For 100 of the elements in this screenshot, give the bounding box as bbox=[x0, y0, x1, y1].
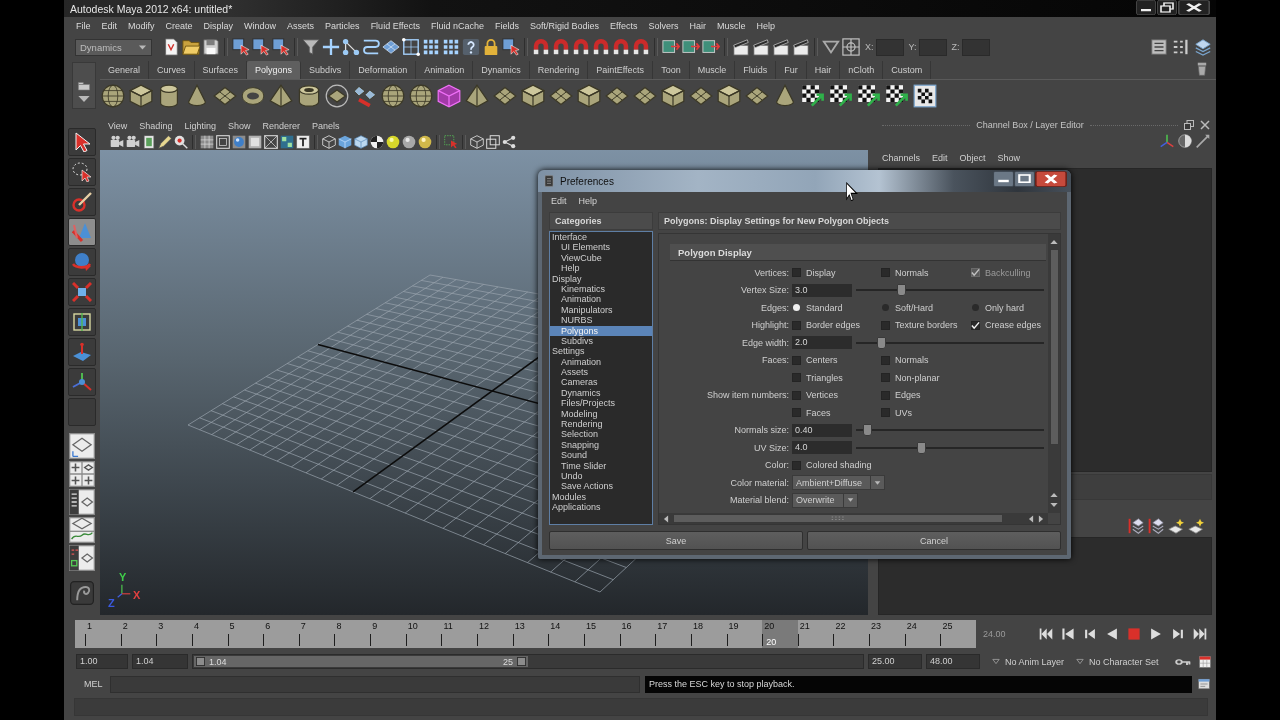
branch-nodes-icon[interactable] bbox=[502, 135, 516, 149]
square-cursor-icon[interactable] bbox=[232, 38, 250, 56]
crossed-box-icon[interactable] bbox=[264, 135, 278, 149]
caret-icon[interactable] bbox=[822, 38, 840, 56]
play-backward-icon[interactable] bbox=[1105, 627, 1119, 641]
half-circle-icon[interactable] bbox=[1178, 134, 1192, 148]
horizontal-scrollbar[interactable] bbox=[659, 513, 1048, 524]
checkbox[interactable] bbox=[881, 408, 890, 418]
category-item[interactable]: Dynamics bbox=[550, 387, 652, 399]
maximize-icon[interactable] bbox=[1014, 171, 1035, 187]
film-frame-icon[interactable] bbox=[142, 135, 156, 149]
category-item[interactable]: Rendering bbox=[550, 419, 652, 430]
category-item[interactable]: Undo bbox=[550, 471, 652, 482]
folder-icon[interactable] bbox=[182, 38, 200, 56]
list-and-pane-icon[interactable] bbox=[69, 489, 95, 515]
shelf-tab[interactable]: Dynamics bbox=[473, 61, 530, 79]
camera-icon[interactable] bbox=[110, 135, 124, 149]
menu-item[interactable]: Hair bbox=[689, 21, 706, 31]
crosshair-icon[interactable] bbox=[842, 38, 860, 56]
checkbox[interactable] bbox=[792, 373, 801, 383]
category-item[interactable]: ViewCube bbox=[550, 252, 652, 264]
monitor-arrow-icon[interactable] bbox=[662, 38, 680, 56]
menu-item[interactable]: Channels bbox=[882, 153, 921, 163]
category-item[interactable]: Kinematics bbox=[550, 283, 652, 295]
menu-item[interactable]: Show bbox=[227, 121, 251, 131]
menu-item[interactable]: Show bbox=[997, 153, 1021, 163]
nodes-and-pane-icon[interactable] bbox=[69, 545, 95, 571]
menu-item[interactable]: Modify bbox=[128, 21, 155, 31]
radio-button[interactable] bbox=[793, 304, 800, 312]
menu-item[interactable]: Lighting bbox=[184, 121, 216, 131]
menu-item[interactable]: Shading bbox=[139, 121, 173, 131]
close-icon[interactable] bbox=[1035, 171, 1067, 187]
checkbox[interactable] bbox=[971, 320, 980, 330]
caret-icon[interactable] bbox=[846, 497, 854, 504]
cube-icon[interactable] bbox=[354, 135, 368, 149]
category-item[interactable]: Save Actions bbox=[550, 481, 652, 492]
checkbox[interactable] bbox=[792, 460, 801, 470]
category-item[interactable]: Files/Projects bbox=[550, 398, 652, 409]
category-item[interactable]: Animation bbox=[550, 356, 652, 368]
cube-icon[interactable] bbox=[577, 83, 601, 108]
slider-thumb[interactable] bbox=[916, 441, 926, 454]
shelf-tab[interactable]: PaintEffects bbox=[588, 61, 654, 79]
shelf-tab[interactable]: Toon bbox=[653, 61, 690, 79]
shelf-tab[interactable]: Rendering bbox=[529, 61, 589, 79]
dotted-select-icon[interactable] bbox=[444, 135, 458, 149]
clapperboard-icon[interactable] bbox=[732, 38, 750, 56]
cross-icon[interactable] bbox=[322, 38, 340, 56]
swirl-icon[interactable] bbox=[70, 581, 94, 605]
menu-item[interactable]: Panels bbox=[311, 121, 340, 131]
curve-icon[interactable] bbox=[362, 38, 380, 56]
radio-button[interactable] bbox=[882, 304, 889, 312]
shelf-tab[interactable]: General bbox=[100, 61, 150, 79]
shelf-tab[interactable]: Custom bbox=[883, 61, 932, 79]
light-sphere-icon[interactable] bbox=[386, 135, 400, 149]
category-item[interactable]: Time Slider bbox=[550, 460, 652, 471]
slider-thumb[interactable] bbox=[897, 284, 907, 297]
step-back-icon[interactable] bbox=[1083, 627, 1097, 641]
menu-item[interactable]: Create bbox=[165, 21, 193, 31]
sphere-icon[interactable] bbox=[409, 83, 433, 108]
category-item[interactable]: Help bbox=[550, 263, 652, 274]
value-field[interactable]: 0.40 bbox=[792, 423, 852, 437]
save-button[interactable]: Save bbox=[549, 531, 803, 550]
menu-item[interactable]: Window bbox=[244, 21, 277, 31]
checkbox[interactable] bbox=[881, 268, 890, 278]
ringed-plane-icon[interactable] bbox=[325, 83, 349, 108]
magnet-icon[interactable] bbox=[532, 38, 550, 56]
window-icon[interactable] bbox=[1198, 678, 1210, 690]
category-item[interactable]: Selection bbox=[550, 429, 652, 440]
sphere-icon[interactable] bbox=[101, 83, 125, 108]
category-item[interactable]: Polygons bbox=[550, 325, 652, 336]
category-item[interactable]: Animation bbox=[550, 294, 652, 305]
coordinate-field[interactable] bbox=[961, 38, 990, 56]
slider-thumb[interactable] bbox=[877, 336, 887, 349]
checkbox[interactable] bbox=[792, 268, 801, 278]
menu-item[interactable]: Display bbox=[203, 21, 234, 31]
range-slider-bar[interactable]: 1.04 25 bbox=[194, 656, 528, 667]
checkerboard-icon[interactable] bbox=[857, 83, 881, 108]
shelf-tab[interactable]: Deformation bbox=[350, 61, 417, 79]
dropdown[interactable]: Ambient+Diffuse bbox=[792, 475, 886, 491]
sparkle-plane-icon[interactable] bbox=[1168, 518, 1184, 534]
wireframe-cube-icon[interactable] bbox=[322, 135, 336, 149]
folder-tab-icon[interactable] bbox=[77, 81, 91, 91]
menu-set-dropdown[interactable]: Dynamics bbox=[75, 38, 152, 56]
caret-icon[interactable] bbox=[77, 94, 91, 104]
shelf-tab[interactable]: Curves bbox=[149, 61, 195, 79]
cone-icon[interactable] bbox=[185, 83, 209, 108]
dropdown[interactable]: Overwrite bbox=[792, 492, 858, 508]
play-icon[interactable] bbox=[1149, 627, 1163, 641]
shelf-tab[interactable]: Subdivs bbox=[301, 61, 351, 79]
scroll-right-icon[interactable] bbox=[1038, 514, 1044, 523]
four-pane-icon[interactable] bbox=[69, 461, 95, 487]
category-item[interactable]: Manipulators bbox=[550, 304, 652, 316]
menu-item[interactable]: Fields bbox=[495, 21, 520, 31]
menu-item[interactable]: Edit bbox=[551, 196, 567, 206]
category-item[interactable]: Display bbox=[550, 273, 652, 284]
shelf-tab[interactable]: nCloth bbox=[840, 61, 884, 79]
shapes-arrow-icon[interactable] bbox=[353, 83, 377, 108]
square-cursor-icon[interactable] bbox=[252, 38, 270, 56]
sparkle-plane-icon[interactable] bbox=[1188, 518, 1204, 534]
magnet-icon[interactable] bbox=[572, 38, 590, 56]
